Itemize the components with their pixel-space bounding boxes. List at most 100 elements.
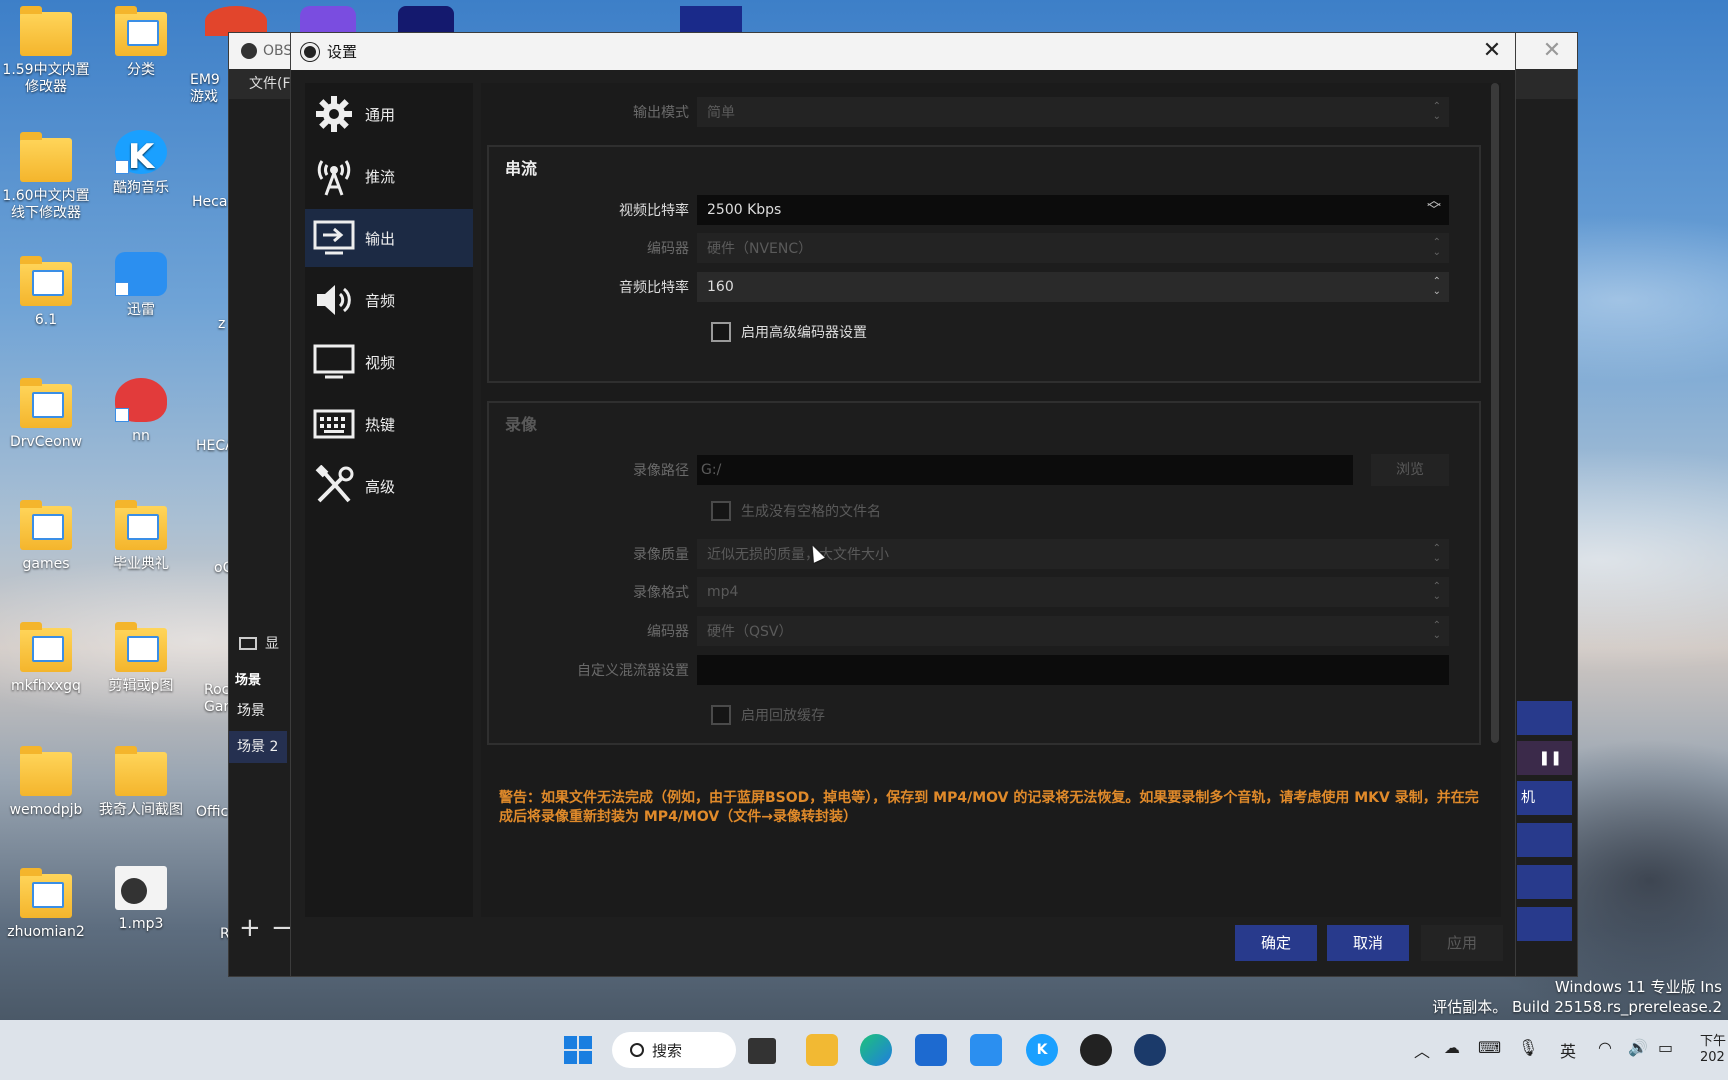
steam-taskbar-icon[interactable] xyxy=(1134,1034,1166,1066)
shortcut-arrow-icon xyxy=(115,282,129,296)
desktop-icon-label: 毕业典礼 xyxy=(113,556,169,572)
recording-format-label: 录像格式 xyxy=(633,585,689,601)
desktop-icon[interactable]: K 酷狗音乐 xyxy=(95,130,187,197)
folder-icon xyxy=(115,622,167,672)
app-icon[interactable] xyxy=(398,6,454,34)
sidebar-item-audio[interactable]: 音频 xyxy=(305,271,473,329)
file-explorer-icon[interactable] xyxy=(806,1034,838,1066)
cloud-icon[interactable]: ☁ xyxy=(1444,1038,1460,1057)
shortcut-arrow-icon xyxy=(115,408,129,422)
app-icon[interactable] xyxy=(680,6,742,32)
control-button[interactable] xyxy=(1517,907,1572,941)
control-button[interactable]: 机 xyxy=(1517,781,1572,815)
desktop-icon[interactable]: 1.60中文内置线下修改器 xyxy=(0,132,92,222)
cancel-button[interactable]: 取消 xyxy=(1327,925,1409,961)
clock-date[interactable]: 202 xyxy=(1700,1050,1725,1065)
app-icon[interactable] xyxy=(300,6,356,34)
desktop-icon[interactable]: 毕业典礼 xyxy=(95,500,187,573)
keyboard-icon[interactable]: ⌨ xyxy=(1478,1038,1501,1057)
desktop-icon[interactable]: 1.mp3 xyxy=(95,866,187,933)
desktop-icon[interactable]: mkfhxxgq xyxy=(0,622,92,695)
close-button[interactable]: ✕ xyxy=(1477,37,1507,67)
sidebar-item-advanced[interactable]: 高级 xyxy=(305,457,473,515)
obs-taskbar-icon[interactable] xyxy=(1080,1034,1112,1066)
advanced-encoder-checkbox[interactable]: 启用高级编码器设置 xyxy=(711,322,867,342)
taskbar-search[interactable]: 搜索 xyxy=(612,1032,736,1068)
control-button[interactable] xyxy=(1517,865,1572,899)
recording-encoder-label: 编码器 xyxy=(647,624,689,640)
sidebar-item-hotkeys[interactable]: 热键 xyxy=(305,395,473,453)
ok-button[interactable]: 确定 xyxy=(1235,925,1317,961)
recording-encoder-select[interactable]: 硬件（QSV） ⌃ ⌄ xyxy=(697,616,1449,646)
battery-icon[interactable]: ▭ xyxy=(1658,1038,1673,1057)
ime-indicator[interactable]: 英 xyxy=(1560,1038,1576,1062)
sidebar-item-output[interactable]: 输出 xyxy=(305,209,473,267)
recording-path-input[interactable]: G:/ xyxy=(697,455,1353,485)
desktop-icon[interactable]: 剪辑或p图 xyxy=(95,622,187,695)
desktop-icon[interactable]: 分类 xyxy=(95,6,187,79)
desktop-icon[interactable]: wemodpjb xyxy=(0,746,92,819)
settings-sidebar: 通用 推流 输出 音频 视频 热键 高级 xyxy=(305,83,473,917)
scene-item[interactable]: 场景 2 xyxy=(229,731,287,763)
audio-bitrate-select[interactable]: 160 ⌃ ⌄ xyxy=(697,272,1449,302)
desktop-icon[interactable]: zhuomian2 xyxy=(0,868,92,941)
desktop-icon[interactable]: 1.59中文内置修改器 xyxy=(0,6,92,96)
output-icon xyxy=(313,217,355,259)
muxer-settings-input[interactable] xyxy=(697,655,1449,685)
control-button[interactable] xyxy=(1517,823,1572,857)
browse-button[interactable]: 浏览 xyxy=(1371,454,1449,486)
sidebar-item-label: 通用 xyxy=(365,105,396,124)
scenes-tab[interactable]: 场景 xyxy=(235,669,261,688)
recording-format-row: 录像格式 mp4 ⌃ ⌄ xyxy=(481,577,1449,607)
desktop-icon-label: wemodpjb xyxy=(9,802,83,818)
warning-text: 警告：如果文件无法完成（例如，由于蓝屏BSOD，掉电等），保存到 MP4/MOV… xyxy=(499,790,1479,825)
desktop-icon[interactable]: DrvCeonw xyxy=(0,378,92,451)
output-mode-select[interactable]: 简单 ⌃ ⌄ xyxy=(697,97,1449,127)
store-icon[interactable] xyxy=(915,1034,947,1066)
volume-icon[interactable]: 🔊 xyxy=(1628,1038,1648,1057)
sidebar-item-general[interactable]: 通用 xyxy=(305,85,473,143)
windows-start-icon[interactable] xyxy=(562,1034,594,1066)
desktop-icon-label: DrvCeonw xyxy=(9,434,83,450)
recording-group: 录像 xyxy=(487,401,1481,745)
replay-buffer-checkbox[interactable]: 启用回放缓存 xyxy=(711,705,825,725)
no-space-filename-checkbox[interactable]: 生成没有空格的文件名 xyxy=(711,501,881,521)
obs-close-button[interactable]: ✕ xyxy=(1537,37,1567,65)
desktop-icon[interactable]: 6.1 xyxy=(0,256,92,329)
kugou-taskbar-icon[interactable]: K xyxy=(1026,1034,1058,1066)
folder-icon xyxy=(20,132,72,182)
microphone-icon[interactable]: 🎙 xyxy=(1518,1038,1538,1057)
tray-chevron-icon[interactable]: ︿ xyxy=(1414,1038,1430,1062)
recording-format-select[interactable]: mp4 ⌃ ⌄ xyxy=(697,577,1449,607)
stream-encoder-select[interactable]: 硬件（NVENC） ⌃ ⌄ xyxy=(697,233,1449,263)
desktop-icon-label: 酷狗音乐 xyxy=(113,180,169,196)
updown-arrows-icon: ⌃ ⌄ xyxy=(1432,581,1441,602)
pause-icon: ❚❚ xyxy=(1538,750,1562,766)
clock-time[interactable]: 下午 xyxy=(1700,1030,1726,1049)
desktop-icon-label: games xyxy=(22,556,70,572)
sidebar-item-stream[interactable]: 推流 xyxy=(305,147,473,205)
apply-button[interactable]: 应用 xyxy=(1421,925,1503,961)
add-scene-button[interactable]: + xyxy=(239,913,261,943)
sidebar-item-video[interactable]: 视频 xyxy=(305,333,473,391)
desktop-icon[interactable]: EM9 游戏 xyxy=(190,72,230,106)
desktop-icon[interactable]: nn xyxy=(95,378,187,445)
desktop-icon[interactable]: 迅雷 xyxy=(95,252,187,319)
video-bitrate-input[interactable]: 2500 Kbps ︿ ﹀ xyxy=(697,194,1449,225)
desktop-icon[interactable]: Heca xyxy=(192,194,232,211)
desktop-icon[interactable]: games xyxy=(0,500,92,573)
control-button[interactable] xyxy=(1517,701,1572,735)
video-bitrate-label: 视频比特率 xyxy=(619,203,689,219)
scene-item[interactable]: 场景 xyxy=(229,695,287,727)
xunlei-taskbar-icon[interactable] xyxy=(970,1034,1002,1066)
obs-title: OBS xyxy=(263,43,293,59)
windows-watermark-line1: Windows 11 专业版 Ins xyxy=(1554,978,1722,996)
edge-browser-icon[interactable] xyxy=(860,1034,892,1066)
recording-encoder-value: 硬件（QSV） xyxy=(707,624,793,640)
pause-button[interactable]: ❚❚ xyxy=(1517,741,1572,775)
task-view-icon[interactable] xyxy=(748,1038,776,1064)
folder-icon xyxy=(20,256,72,306)
scrollbar[interactable] xyxy=(1491,83,1499,743)
wifi-icon[interactable]: ◠ xyxy=(1598,1038,1612,1057)
desktop-icon[interactable]: 我奇人间截图 xyxy=(95,746,187,819)
